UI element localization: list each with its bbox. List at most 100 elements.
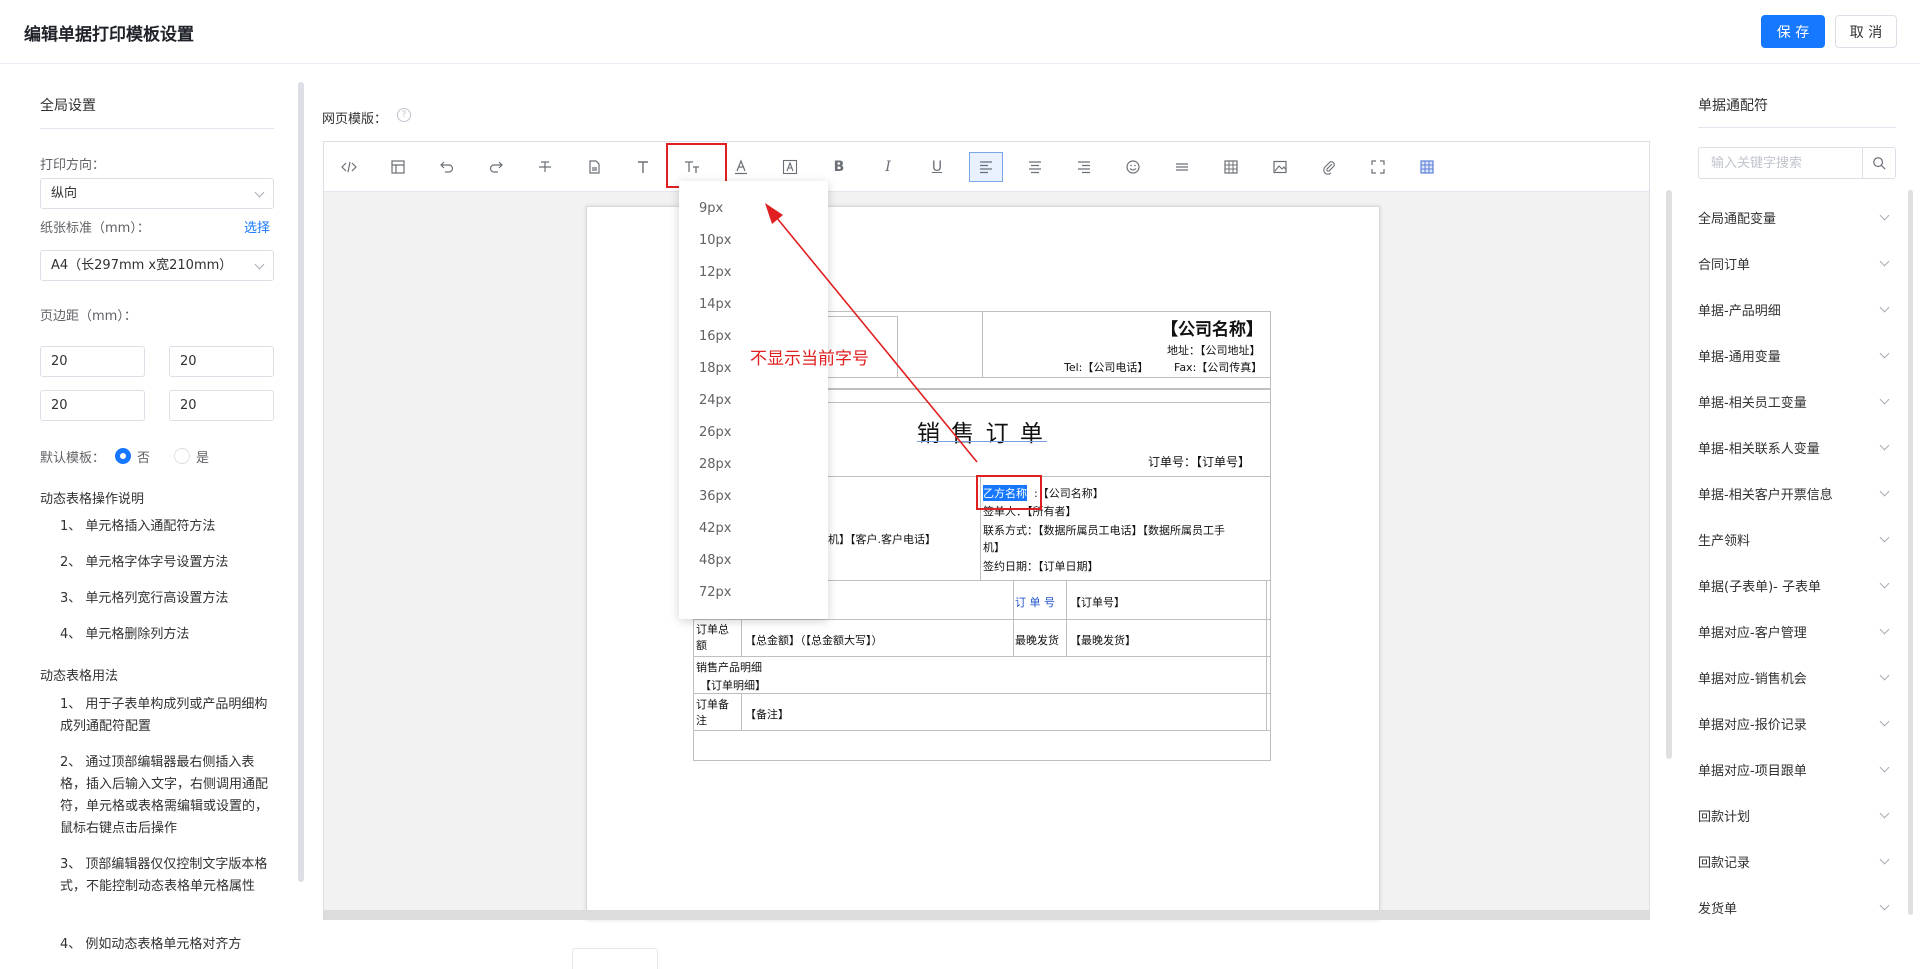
undo-icon[interactable]	[430, 152, 464, 182]
placeholder-group-label: 发货单	[1698, 902, 1738, 917]
right-panel-scrollbar[interactable]	[1908, 190, 1913, 915]
left-scrollbar[interactable]	[298, 82, 304, 882]
sign-date[interactable]: 签约日期：【订单日期】	[983, 558, 1099, 574]
fullscreen-icon[interactable]	[1361, 152, 1395, 182]
placeholder-group-item[interactable]: 单据-通用变量	[1698, 346, 1890, 365]
font-size-option[interactable]: 12px	[699, 265, 732, 280]
editor-vertical-scrollbar[interactable]	[1666, 190, 1672, 759]
font-size-option[interactable]: 18px	[699, 361, 732, 376]
align-right-icon[interactable]	[1067, 152, 1101, 182]
order-total-value[interactable]: 【总金额】（【总金额大写】）	[745, 632, 883, 648]
company-fax[interactable]: Fax:【公司传真】	[1174, 359, 1262, 375]
editor-horizontal-scrollbar[interactable]	[323, 910, 1650, 920]
order-number-label[interactable]: 订 单 号	[1015, 594, 1055, 610]
placeholder-search-input[interactable]	[1699, 148, 1863, 178]
placeholder-group-item[interactable]: 单据-相关客户开票信息	[1698, 484, 1890, 503]
background-color-icon[interactable]	[773, 152, 807, 182]
latest-ship-value[interactable]: 【最晚发货】	[1070, 632, 1136, 648]
customer-phone[interactable]: 机】【客户.客户电话】	[828, 531, 936, 547]
placeholder-group-item[interactable]: 单据-相关员工变量	[1698, 392, 1890, 411]
order-title[interactable]: 销 售 订 单	[917, 414, 1045, 448]
font-size-option[interactable]: 36px	[699, 489, 732, 504]
font-size-option[interactable]: 9px	[699, 201, 723, 216]
align-center-icon[interactable]	[1018, 152, 1052, 182]
latest-ship-label[interactable]: 最晚发货	[1015, 632, 1059, 648]
remark-value[interactable]: 【备注】	[745, 706, 789, 722]
placeholder-group-item[interactable]: 单据-产品明细	[1698, 300, 1890, 319]
insert-table-icon[interactable]	[1410, 152, 1444, 182]
dynamic-table-usage-title: 动态表格用法	[40, 669, 119, 684]
dynamic-op-item[interactable]: 1、 单元格插入通配符方法	[60, 516, 274, 538]
search-button[interactable]	[1862, 148, 1895, 178]
margin-right-input[interactable]: 20	[169, 390, 274, 421]
image-icon[interactable]	[1263, 152, 1297, 182]
attachment-icon[interactable]	[1312, 152, 1346, 182]
margin-left-input[interactable]: 20	[40, 390, 145, 421]
remark-label[interactable]: 订单备注	[696, 697, 738, 729]
font-size-option[interactable]: 42px	[699, 521, 732, 536]
paper-size-select[interactable]: A4（长297mm x宽210mm）	[40, 250, 274, 281]
font-size-option[interactable]: 72px	[699, 585, 732, 600]
default-yes-radio[interactable]	[174, 448, 191, 464]
italic-icon[interactable]: I	[871, 152, 905, 182]
company-address[interactable]: 地址：【公司地址】	[1167, 342, 1261, 358]
bold-icon[interactable]: B	[822, 152, 856, 182]
template-icon[interactable]	[381, 152, 415, 182]
dynamic-op-item[interactable]: 3、 单元格列宽行高设置方法	[60, 588, 274, 610]
font-size-option[interactable]: 28px	[699, 457, 732, 472]
placeholder-group-item[interactable]: 回款计划	[1698, 806, 1890, 825]
dynamic-table-ops-title: 动态表格操作说明	[40, 492, 145, 507]
placeholder-group-item[interactable]: 单据对应-报价记录	[1698, 714, 1890, 733]
placeholder-group-item[interactable]: 单据(子表单)- 子表单	[1698, 576, 1890, 595]
placeholder-group-item[interactable]: 合同订单	[1698, 254, 1890, 273]
table-icon[interactable]	[1214, 152, 1248, 182]
print-direction-select[interactable]: 纵向	[40, 178, 274, 209]
placeholder-group-item[interactable]: 全局通配变量	[1698, 208, 1890, 227]
strikethrough-icon[interactable]	[528, 152, 562, 182]
font-size-option[interactable]: 16px	[699, 329, 732, 344]
underline-icon[interactable]: U	[920, 152, 954, 182]
placeholder-group-item[interactable]: 单据对应-客户管理	[1698, 622, 1890, 641]
font-size-option[interactable]: 24px	[699, 393, 732, 408]
contact-info-cont[interactable]: 机】	[983, 539, 1005, 555]
placeholder-group-item[interactable]: 回款记录	[1698, 852, 1890, 871]
product-detail-label[interactable]: 销售产品明细	[696, 659, 762, 675]
redo-icon[interactable]	[479, 152, 513, 182]
margin-bottom-input[interactable]: 20	[169, 346, 274, 377]
placeholder-group-item[interactable]: 发货单	[1698, 898, 1890, 917]
contact-info[interactable]: 联系方式：【数据所属员工电话】【数据所属员工手	[983, 522, 1225, 538]
product-detail-value[interactable]: 【订单明细】	[700, 677, 766, 693]
order-number-value[interactable]: 【订单号】	[1070, 594, 1125, 610]
placeholder-group-item[interactable]: 单据-相关联系人变量	[1698, 438, 1890, 457]
font-size-option[interactable]: 14px	[699, 297, 732, 312]
font-size-option[interactable]: 26px	[699, 425, 732, 440]
placeholder-group-item[interactable]: 单据对应-销售机会	[1698, 668, 1890, 687]
font-family-icon[interactable]	[626, 152, 660, 182]
company-name[interactable]: 【公司名称】	[1161, 315, 1263, 340]
placeholder-group-item[interactable]: 生产领料	[1698, 530, 1890, 549]
chevron-down-icon	[1879, 256, 1890, 267]
source-code-icon[interactable]	[332, 152, 366, 182]
cancel-button[interactable]: 取 消	[1835, 15, 1897, 48]
save-button[interactable]: 保 存	[1761, 15, 1825, 48]
margin-top-input[interactable]: 20	[40, 346, 145, 377]
font-size-option[interactable]: 48px	[699, 553, 732, 568]
horizontal-rule-icon[interactable]	[1165, 152, 1199, 182]
placeholder-group-item[interactable]: 单据对应-项目跟单	[1698, 760, 1890, 779]
document-icon[interactable]	[577, 152, 611, 182]
help-icon[interactable]: ?	[397, 108, 411, 122]
align-left-icon[interactable]	[969, 152, 1003, 182]
default-no-radio[interactable]	[115, 448, 132, 464]
dynamic-usage-item: 3、 顶部编辑器仅仅控制文字版本格式，不能控制动态表格单元格属性	[60, 857, 268, 894]
order-total-label[interactable]: 订单总额	[696, 622, 738, 654]
chevron-down-icon	[1879, 532, 1890, 543]
dynamic-op-item[interactable]: 4、 单元格删除列方法	[60, 624, 274, 646]
company-tel[interactable]: Tel:【公司电话】	[1064, 359, 1148, 375]
font-size-option[interactable]: 10px	[699, 233, 732, 248]
order-number-line[interactable]: 订单号：【订单号】	[1148, 453, 1250, 470]
font-color-icon[interactable]	[724, 152, 758, 182]
emoji-icon[interactable]	[1116, 152, 1150, 182]
dynamic-op-item[interactable]: 2、 单元格字体字号设置方法	[60, 552, 274, 574]
paper-select-link[interactable]: 选择	[244, 217, 270, 236]
party-b-value[interactable]: :【公司名称】	[1034, 485, 1104, 501]
